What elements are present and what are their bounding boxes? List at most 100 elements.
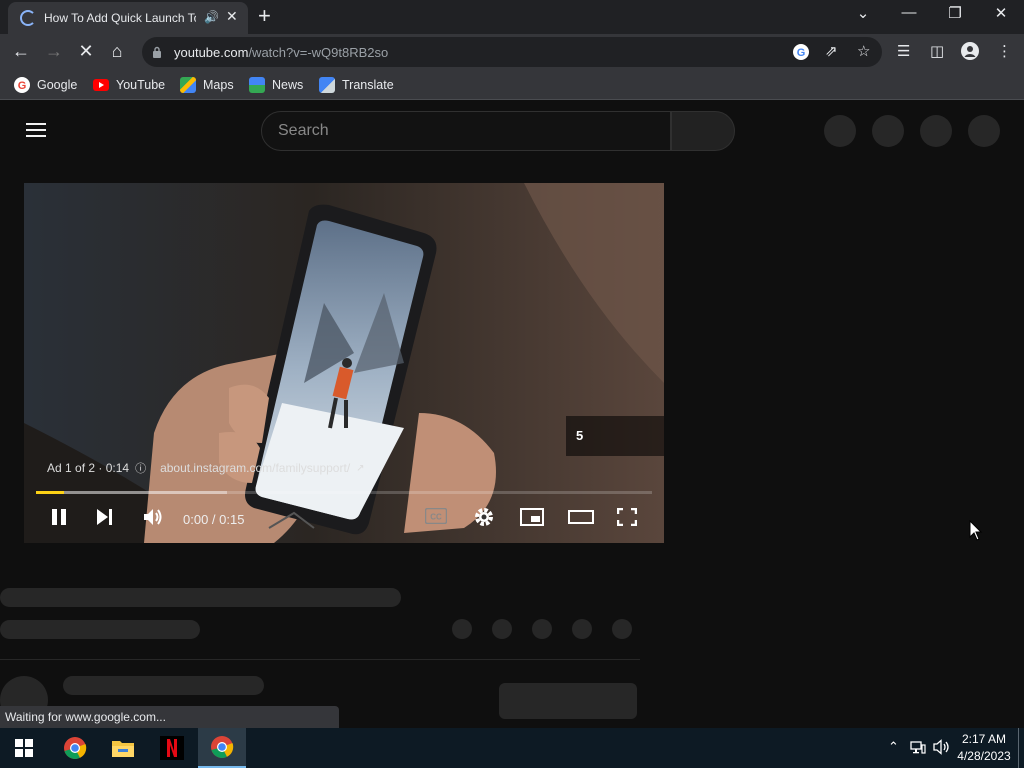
google-lens-icon[interactable]: G bbox=[792, 43, 810, 65]
next-button[interactable] bbox=[96, 508, 114, 531]
chrome-icon bbox=[64, 737, 87, 759]
home-button[interactable]: ⌂ bbox=[106, 41, 128, 62]
info-icon[interactable]: ⓘ bbox=[135, 460, 146, 476]
share-icon[interactable]: ⇗ bbox=[825, 42, 838, 60]
ad-info: Ad 1 of 2 · 0:14 ⓘ about.instagram.com/f… bbox=[47, 460, 365, 476]
ad-video-frame bbox=[24, 183, 664, 543]
google-icon: G bbox=[14, 77, 30, 93]
tab-title: How To Add Quick Launch To bbox=[44, 11, 196, 25]
loading-spinner-icon bbox=[20, 10, 36, 26]
audio-playing-icon[interactable]: 🔊 bbox=[204, 10, 219, 24]
restore-button[interactable]: ❐ bbox=[940, 4, 970, 22]
show-desktop-button[interactable] bbox=[1018, 728, 1019, 768]
skeleton-avatar-placeholder bbox=[968, 115, 1000, 147]
bookmarks-bar: G Google YouTube Maps News Translate bbox=[0, 70, 1024, 100]
tab-close-icon[interactable]: ✕ bbox=[226, 8, 238, 25]
folder-icon bbox=[112, 741, 134, 757]
bookmark-label: YouTube bbox=[116, 78, 166, 92]
tab-search-icon[interactable]: ⌄ bbox=[848, 4, 878, 22]
search-box[interactable] bbox=[261, 111, 671, 151]
status-text: Waiting for www.google.com... bbox=[5, 710, 166, 724]
close-window-button[interactable]: ✕ bbox=[986, 4, 1016, 22]
clock-date: 4/28/2023 bbox=[957, 749, 1011, 763]
start-button[interactable] bbox=[0, 728, 48, 768]
skeleton-button-placeholder bbox=[499, 683, 637, 719]
forward-button[interactable]: → bbox=[43, 41, 65, 62]
skeleton-icon-placeholder bbox=[824, 115, 856, 147]
mouse-cursor-icon bbox=[969, 520, 983, 541]
skeleton-icon-placeholder bbox=[920, 115, 952, 147]
url-path: /watch?v=-wQ9t8RB2so bbox=[248, 45, 389, 60]
time-display: 0:00 / 0:15 bbox=[183, 512, 245, 527]
side-panel-icon[interactable]: ◫ bbox=[930, 42, 944, 60]
bookmark-google[interactable]: G Google bbox=[14, 76, 77, 94]
search-input[interactable] bbox=[278, 122, 638, 140]
skip-countdown-number: 5 bbox=[576, 428, 584, 443]
profile-icon[interactable] bbox=[961, 42, 979, 64]
back-button[interactable]: ← bbox=[10, 41, 32, 62]
stop-loading-button[interactable]: ✕ bbox=[75, 41, 97, 62]
taskbar-chrome[interactable] bbox=[51, 728, 99, 768]
skeleton-channel-placeholder bbox=[0, 620, 200, 639]
reading-list-icon[interactable]: ☰ bbox=[897, 42, 910, 60]
pause-button[interactable] bbox=[50, 508, 68, 531]
chrome-icon bbox=[211, 736, 234, 758]
bookmark-translate[interactable]: Translate bbox=[319, 76, 394, 94]
video-player[interactable]: Ad 1 of 2 · 0:14 ⓘ about.instagram.com/f… bbox=[24, 183, 664, 543]
taskbar-netflix[interactable] bbox=[148, 728, 196, 768]
network-icon[interactable] bbox=[910, 739, 926, 758]
taskbar-clock[interactable]: 2:17 AM 4/28/2023 bbox=[952, 731, 1016, 765]
ad-advertiser-link[interactable]: about.instagram.com/familysupport/ bbox=[160, 461, 350, 475]
svg-text:G: G bbox=[18, 80, 27, 92]
news-icon bbox=[249, 77, 265, 93]
address-bar[interactable]: youtube.com/watch?v=-wQ9t8RB2so G ⇗ ☆ bbox=[142, 37, 882, 67]
bookmark-label: News bbox=[272, 78, 304, 92]
skeleton-action-placeholder bbox=[532, 619, 552, 639]
youtube-icon bbox=[93, 79, 109, 91]
skeleton-icon-placeholder bbox=[872, 115, 904, 147]
url-text: youtube.com/watch?v=-wQ9t8RB2so bbox=[174, 45, 388, 60]
taskbar-chrome-active[interactable] bbox=[198, 728, 246, 768]
bookmark-news[interactable]: News bbox=[249, 76, 303, 94]
section-divider bbox=[0, 659, 640, 660]
bookmark-maps[interactable]: Maps bbox=[180, 76, 234, 94]
bookmark-label: Maps bbox=[203, 78, 234, 92]
minimize-button[interactable]: — bbox=[894, 4, 924, 21]
bookmark-star-icon[interactable]: ☆ bbox=[857, 42, 870, 60]
progress-buffered bbox=[36, 491, 227, 494]
svg-text:CC: CC bbox=[430, 513, 442, 522]
clock-time: 2:17 AM bbox=[961, 732, 1007, 746]
progress-bar[interactable] bbox=[36, 491, 652, 494]
volume-icon[interactable] bbox=[143, 508, 163, 531]
skeleton-action-placeholder bbox=[492, 619, 512, 639]
miniplayer-icon[interactable] bbox=[520, 508, 544, 531]
search-button[interactable] bbox=[671, 111, 735, 151]
status-bubble: Waiting for www.google.com... bbox=[0, 706, 339, 728]
skeleton-action-placeholder bbox=[612, 619, 632, 639]
subtitles-cc-icon[interactable]: CC bbox=[424, 507, 448, 529]
speaker-volume-icon[interactable] bbox=[933, 739, 951, 758]
progress-played bbox=[36, 491, 64, 494]
show-hidden-icons-chevron-icon[interactable]: ⌃ bbox=[888, 739, 899, 755]
external-link-icon[interactable]: ↗ bbox=[356, 463, 364, 474]
maps-icon bbox=[180, 77, 196, 93]
svg-text:G: G bbox=[797, 47, 806, 59]
bookmark-label: Translate bbox=[342, 78, 394, 92]
taskbar-file-explorer[interactable] bbox=[99, 728, 147, 768]
theater-mode-icon[interactable] bbox=[568, 508, 594, 531]
fullscreen-icon[interactable] bbox=[616, 507, 638, 531]
translate-icon bbox=[319, 77, 335, 93]
menu-kebab-icon[interactable]: ⋮ bbox=[997, 42, 1012, 60]
skeleton-title-placeholder bbox=[0, 588, 401, 607]
tab-active[interactable]: How To Add Quick Launch To 🔊 ✕ bbox=[8, 2, 248, 34]
bookmark-youtube[interactable]: YouTube bbox=[93, 76, 165, 94]
skeleton-text-placeholder bbox=[63, 676, 264, 695]
settings-gear-icon[interactable] bbox=[473, 506, 495, 533]
netflix-icon bbox=[160, 736, 184, 760]
skip-ad-countdown: 5 bbox=[566, 416, 664, 456]
bookmark-label: Google bbox=[37, 78, 78, 92]
guide-menu-icon[interactable] bbox=[26, 123, 46, 137]
new-tab-button[interactable]: + bbox=[258, 3, 271, 29]
youtube-page: Ad 1 of 2 · 0:14 ⓘ about.instagram.com/f… bbox=[0, 101, 1024, 728]
url-host: youtube.com bbox=[174, 45, 249, 60]
